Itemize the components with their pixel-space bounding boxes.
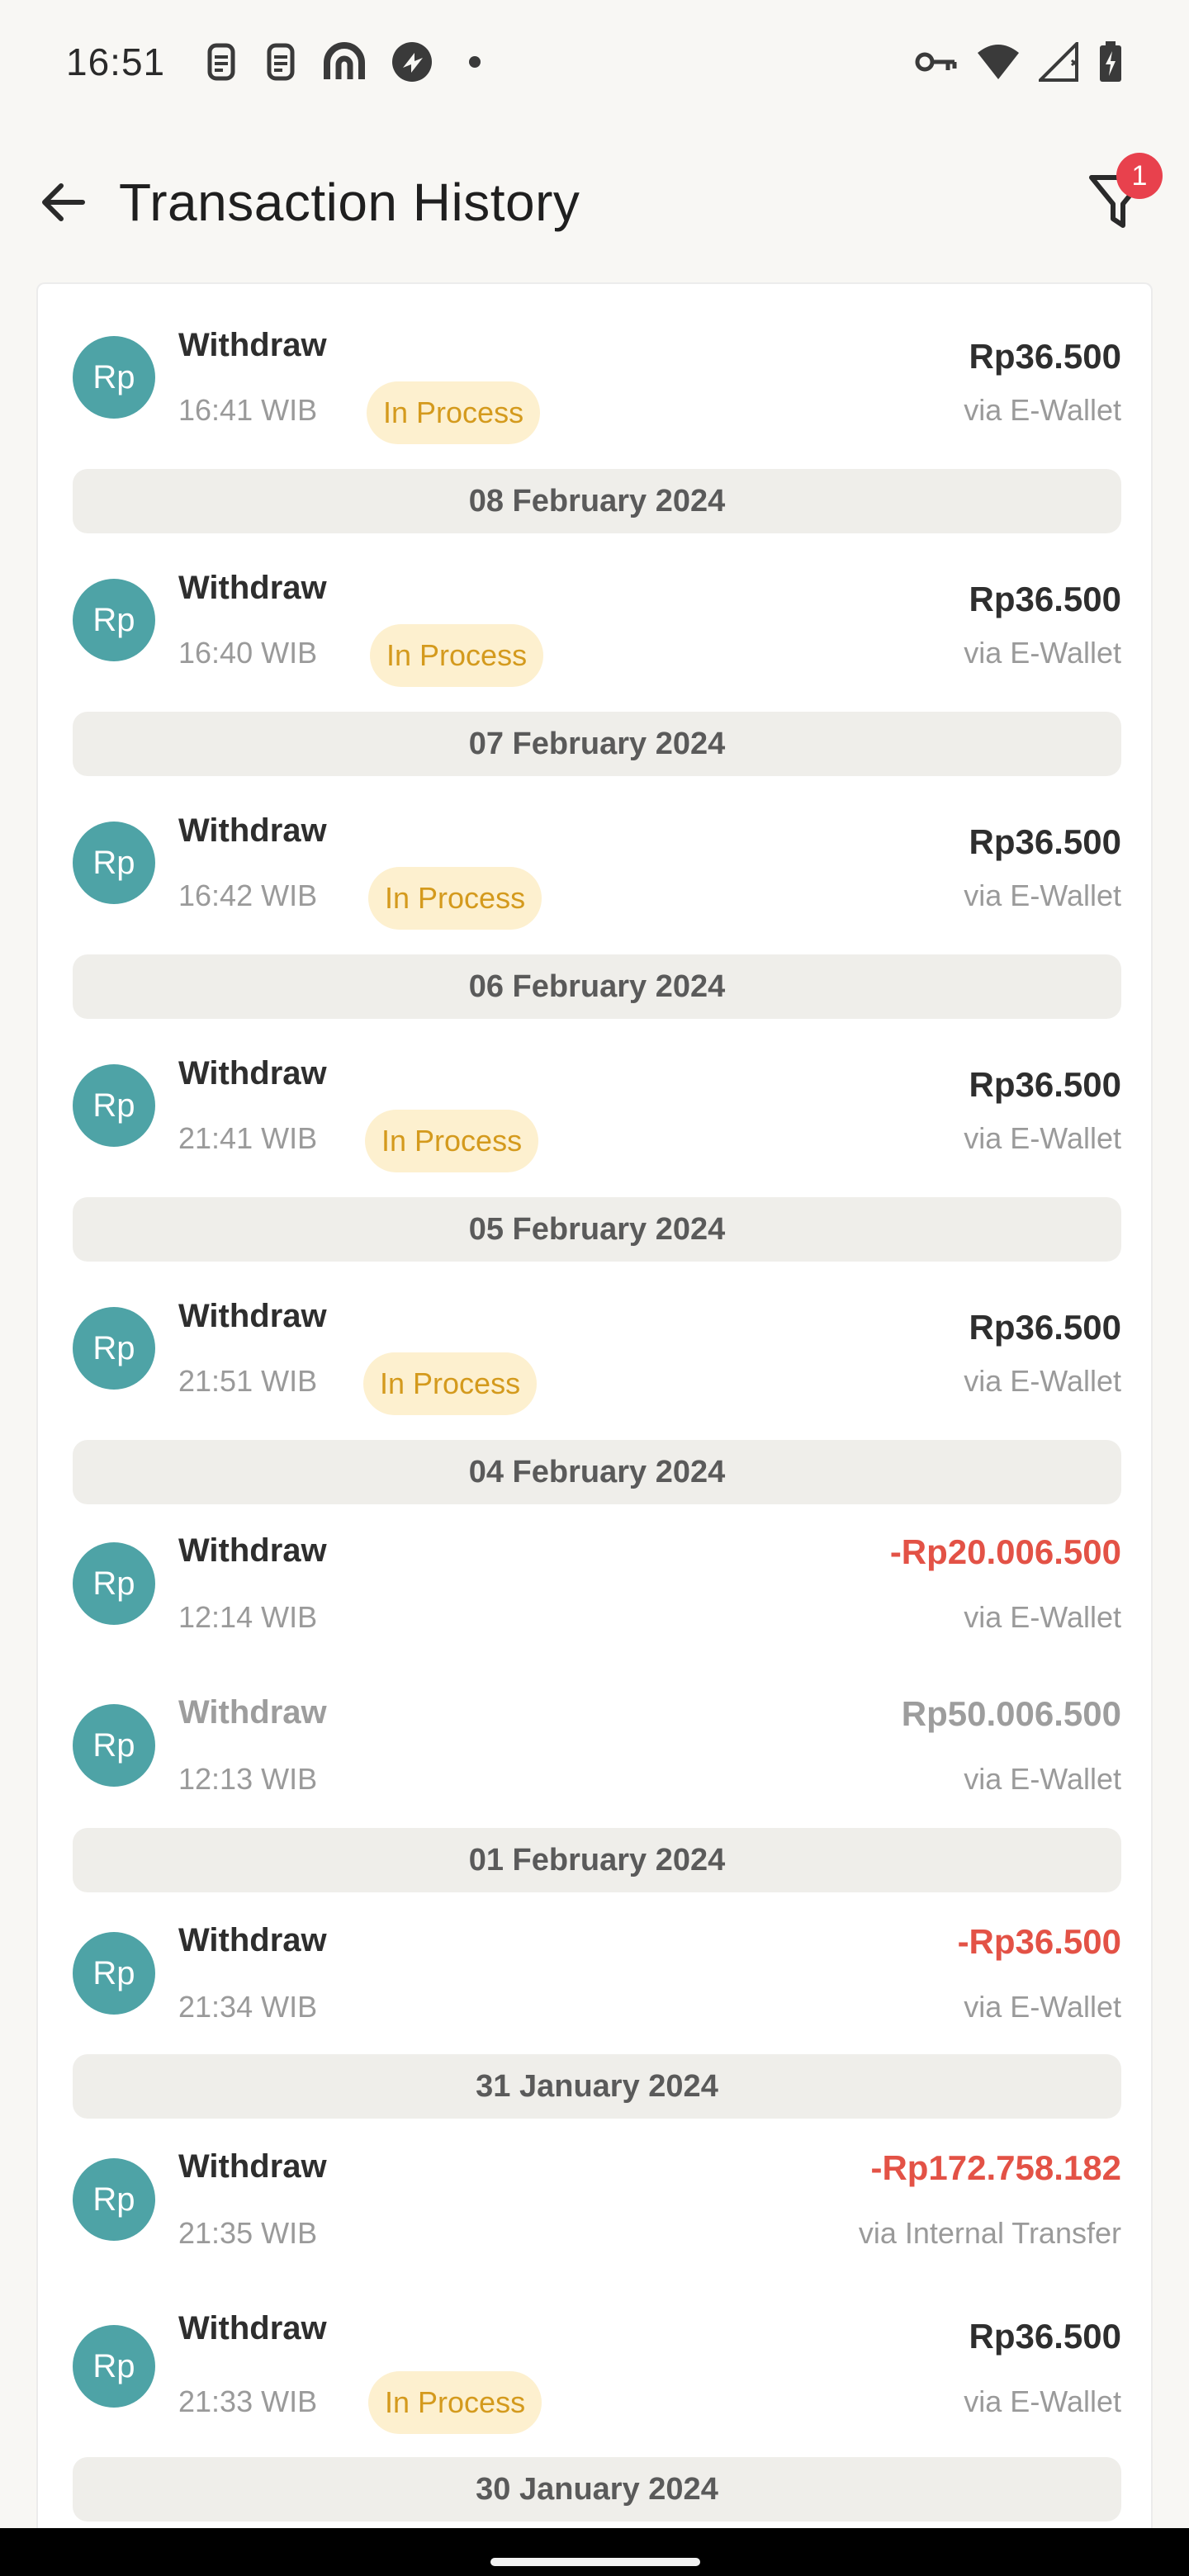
transaction-amount: -Rp172.758.182 bbox=[870, 2148, 1121, 2187]
transaction-title: Withdraw bbox=[178, 1532, 327, 1569]
transaction-row[interactable]: Rp Withdraw 12:14 WIB -Rp20.006.500 via … bbox=[73, 1506, 1121, 1661]
date-header: 31 January 2024 bbox=[73, 2054, 1121, 2119]
date-header: 08 February 2024 bbox=[73, 469, 1121, 533]
transaction-method: via E-Wallet bbox=[964, 393, 1121, 427]
transaction-title: Withdraw bbox=[178, 570, 327, 606]
transaction-method: via E-Wallet bbox=[964, 1762, 1121, 1796]
transaction-title: Withdraw bbox=[178, 1055, 327, 1091]
transaction-method: via E-Wallet bbox=[964, 878, 1121, 912]
date-header: 01 February 2024 bbox=[73, 1828, 1121, 1892]
transaction-time: 12:14 WIB bbox=[178, 1600, 318, 1634]
transaction-method: via E-Wallet bbox=[964, 636, 1121, 670]
transaction-time: 21:33 WIB bbox=[178, 2384, 318, 2418]
date-header: 07 February 2024 bbox=[73, 712, 1121, 776]
transaction-row[interactable]: Rp Withdraw 16:40 WIB In Process Rp36.50… bbox=[73, 550, 1121, 690]
status-icons-right bbox=[915, 41, 1123, 83]
transaction-amount: Rp36.500 bbox=[969, 2317, 1121, 2356]
sim-card-icon bbox=[267, 43, 295, 81]
transaction-list[interactable]: Rp Withdraw 16:41 WIB In Process Rp36.50… bbox=[36, 282, 1153, 2528]
transaction-amount: Rp36.500 bbox=[969, 337, 1121, 376]
transaction-row[interactable]: Rp Withdraw 21:33 WIB In Process Rp36.50… bbox=[73, 2284, 1121, 2449]
transaction-method: via Internal Transfer bbox=[858, 2216, 1121, 2250]
date-header: 06 February 2024 bbox=[73, 954, 1121, 1019]
status-time: 16:51 bbox=[66, 40, 166, 83]
transaction-title: Withdraw bbox=[178, 327, 327, 363]
transaction-time: 21:51 WIB bbox=[178, 1364, 318, 1398]
transaction-amount: Rp36.500 bbox=[969, 822, 1121, 861]
rupiah-avatar-icon: Rp bbox=[73, 1704, 155, 1787]
transaction-time: 21:35 WIB bbox=[178, 2216, 318, 2250]
transaction-row[interactable]: Rp Withdraw 16:42 WIB In Process Rp36.50… bbox=[73, 793, 1121, 933]
transaction-time: 16:41 WIB bbox=[178, 393, 318, 427]
status-badge: In Process bbox=[367, 381, 541, 444]
transaction-time: 21:34 WIB bbox=[178, 1990, 318, 2024]
rupiah-avatar-icon: Rp bbox=[73, 1932, 155, 2015]
transaction-amount: -Rp36.500 bbox=[957, 1922, 1121, 1961]
date-header: 04 February 2024 bbox=[73, 1440, 1121, 1504]
status-icons-left bbox=[203, 40, 481, 84]
transaction-row[interactable]: Rp Withdraw 21:41 WIB In Process Rp36.50… bbox=[73, 1035, 1121, 1176]
app-notification-icon bbox=[324, 42, 366, 79]
transaction-amount: Rp36.500 bbox=[969, 1308, 1121, 1347]
transaction-row[interactable]: Rp Withdraw 16:41 WIB In Process Rp36.50… bbox=[73, 307, 1121, 447]
system-navigation-bar bbox=[0, 2528, 1189, 2576]
transaction-time: 21:41 WIB bbox=[178, 1121, 318, 1155]
transaction-amount: Rp36.500 bbox=[969, 580, 1121, 618]
transaction-title: Withdraw bbox=[178, 2148, 327, 2185]
rupiah-avatar-icon: Rp bbox=[73, 822, 155, 904]
back-button[interactable] bbox=[30, 169, 96, 235]
transaction-row[interactable]: Rp Withdraw 21:34 WIB -Rp36.500 via E-Wa… bbox=[73, 1896, 1121, 2051]
rupiah-avatar-icon: Rp bbox=[73, 1064, 155, 1147]
status-bar: 16:51 bbox=[0, 0, 1189, 124]
wifi-icon bbox=[978, 45, 1019, 79]
vpn-key-icon bbox=[915, 52, 957, 72]
transaction-amount: -Rp20.006.500 bbox=[889, 1532, 1121, 1571]
transaction-row[interactable]: Rp Withdraw 21:51 WIB In Process Rp36.50… bbox=[73, 1278, 1121, 1418]
cell-signal-icon bbox=[1039, 42, 1078, 82]
status-badge: In Process bbox=[363, 1352, 538, 1415]
transaction-title: Withdraw bbox=[178, 1694, 327, 1731]
transaction-row[interactable]: Rp Withdraw 21:35 WIB -Rp172.758.182 via… bbox=[73, 2122, 1121, 2277]
transaction-row[interactable]: Rp Withdraw 12:13 WIB Rp50.006.500 via E… bbox=[73, 1668, 1121, 1823]
transaction-title: Withdraw bbox=[178, 2310, 327, 2346]
status-badge: In Process bbox=[368, 867, 542, 930]
date-header: 05 February 2024 bbox=[73, 1197, 1121, 1262]
transaction-method: via E-Wallet bbox=[964, 1121, 1121, 1155]
rupiah-avatar-icon: Rp bbox=[73, 579, 155, 661]
rupiah-avatar-icon: Rp bbox=[73, 1542, 155, 1625]
rupiah-avatar-icon: Rp bbox=[73, 336, 155, 419]
arrow-back-icon bbox=[42, 183, 85, 221]
filter-badge: 1 bbox=[1116, 153, 1163, 199]
page-title: Transaction History bbox=[119, 173, 580, 232]
transaction-method: via E-Wallet bbox=[964, 2384, 1121, 2418]
transaction-time: 12:13 WIB bbox=[178, 1762, 318, 1796]
dot-icon bbox=[469, 56, 481, 68]
status-badge: In Process bbox=[368, 2371, 542, 2434]
transaction-title: Withdraw bbox=[178, 812, 327, 849]
transaction-time: 16:40 WIB bbox=[178, 636, 318, 670]
date-header: 30 January 2024 bbox=[73, 2457, 1121, 2522]
battery-charging-icon bbox=[1100, 41, 1121, 82]
transaction-method: via E-Wallet bbox=[964, 1600, 1121, 1634]
status-badge: In Process bbox=[365, 1110, 539, 1172]
rupiah-avatar-icon: Rp bbox=[73, 2158, 155, 2241]
transaction-method: via E-Wallet bbox=[964, 1364, 1121, 1398]
transaction-time: 16:42 WIB bbox=[178, 878, 318, 912]
transaction-amount: Rp50.006.500 bbox=[901, 1694, 1121, 1733]
sim-card-icon bbox=[207, 43, 235, 81]
app-notification-icon bbox=[392, 42, 433, 82]
rupiah-avatar-icon: Rp bbox=[73, 2325, 155, 2408]
filter-button[interactable]: 1 bbox=[1077, 153, 1163, 244]
transaction-method: via E-Wallet bbox=[964, 1990, 1121, 2024]
status-badge: In Process bbox=[370, 624, 544, 687]
rupiah-avatar-icon: Rp bbox=[73, 1307, 155, 1390]
transaction-title: Withdraw bbox=[178, 1298, 327, 1334]
app-header: Transaction History 1 bbox=[0, 124, 1189, 281]
home-gesture-handle[interactable] bbox=[490, 2558, 700, 2566]
transaction-amount: Rp36.500 bbox=[969, 1065, 1121, 1104]
transaction-title: Withdraw bbox=[178, 1922, 327, 1958]
